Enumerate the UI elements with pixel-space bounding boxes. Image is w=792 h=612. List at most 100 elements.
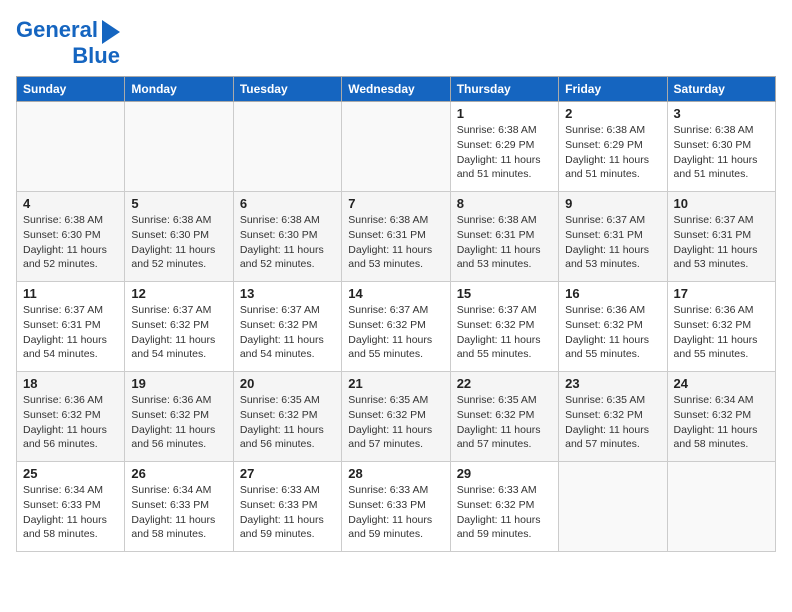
day-number: 4 [23, 196, 118, 211]
day-number: 3 [674, 106, 769, 121]
page-header: General Blue [16, 16, 776, 68]
calendar-cell: 2 Sunrise: 6:38 AM Sunset: 6:29 PM Daylig… [559, 102, 667, 192]
day-number: 6 [240, 196, 335, 211]
weekday-header: Thursday [450, 77, 558, 102]
day-info: Sunrise: 6:33 AM Sunset: 6:33 PM Dayligh… [348, 483, 443, 542]
weekday-header: Sunday [17, 77, 125, 102]
day-number: 21 [348, 376, 443, 391]
day-info: Sunrise: 6:38 AM Sunset: 6:31 PM Dayligh… [457, 213, 552, 272]
day-info: Sunrise: 6:34 AM Sunset: 6:32 PM Dayligh… [674, 393, 769, 452]
day-number: 18 [23, 376, 118, 391]
calendar-cell: 11 Sunrise: 6:37 AM Sunset: 6:31 PM Dayli… [17, 282, 125, 372]
day-info: Sunrise: 6:37 AM Sunset: 6:32 PM Dayligh… [240, 303, 335, 362]
calendar-cell: 13Sunrise: 6:37 AM Sunset: 6:32 PM Dayli… [233, 282, 341, 372]
day-info: Sunrise: 6:38 AM Sunset: 6:29 PM Dayligh… [457, 123, 552, 182]
logo-text2: Blue [72, 44, 120, 68]
day-info: Sunrise: 6:36 AM Sunset: 6:32 PM Dayligh… [674, 303, 769, 362]
day-number: 8 [457, 196, 552, 211]
calendar-cell [233, 102, 341, 192]
logo-text: General [16, 18, 98, 42]
day-number: 19 [131, 376, 226, 391]
weekday-header: Saturday [667, 77, 775, 102]
calendar-cell: 5Sunrise: 6:38 AM Sunset: 6:30 PM Daylig… [125, 192, 233, 282]
day-number: 15 [457, 286, 552, 301]
day-info: Sunrise: 6:38 AM Sunset: 6:30 PM Dayligh… [240, 213, 335, 272]
calendar-cell: 12Sunrise: 6:37 AM Sunset: 6:32 PM Dayli… [125, 282, 233, 372]
logo-arrow-icon [102, 20, 120, 44]
calendar-cell: 3 Sunrise: 6:38 AM Sunset: 6:30 PM Daylig… [667, 102, 775, 192]
calendar-cell: 9 Sunrise: 6:37 AM Sunset: 6:31 PM Daylig… [559, 192, 667, 282]
calendar-cell [667, 462, 775, 552]
day-info: Sunrise: 6:36 AM Sunset: 6:32 PM Dayligh… [565, 303, 660, 362]
weekday-header: Friday [559, 77, 667, 102]
day-info: Sunrise: 6:33 AM Sunset: 6:32 PM Dayligh… [457, 483, 552, 542]
day-info: Sunrise: 6:34 AM Sunset: 6:33 PM Dayligh… [23, 483, 118, 542]
day-number: 23 [565, 376, 660, 391]
day-info: Sunrise: 6:38 AM Sunset: 6:29 PM Dayligh… [565, 123, 660, 182]
calendar-cell: 16 Sunrise: 6:36 AM Sunset: 6:32 PM Dayli… [559, 282, 667, 372]
day-number: 2 [565, 106, 660, 121]
day-number: 9 [565, 196, 660, 211]
day-info: Sunrise: 6:35 AM Sunset: 6:32 PM Dayligh… [240, 393, 335, 452]
day-number: 1 [457, 106, 552, 121]
calendar-cell [559, 462, 667, 552]
day-info: Sunrise: 6:37 AM Sunset: 6:31 PM Dayligh… [565, 213, 660, 272]
day-info: Sunrise: 6:33 AM Sunset: 6:33 PM Dayligh… [240, 483, 335, 542]
calendar-cell: 20 Sunrise: 6:35 AM Sunset: 6:32 PM Dayli… [233, 372, 341, 462]
weekday-header: Monday [125, 77, 233, 102]
day-info: Sunrise: 6:35 AM Sunset: 6:32 PM Dayligh… [348, 393, 443, 452]
day-info: Sunrise: 6:38 AM Sunset: 6:30 PM Dayligh… [131, 213, 226, 272]
calendar-cell: 14Sunrise: 6:37 AM Sunset: 6:32 PM Dayli… [342, 282, 450, 372]
day-number: 22 [457, 376, 552, 391]
day-info: Sunrise: 6:36 AM Sunset: 6:32 PM Dayligh… [23, 393, 118, 452]
calendar-table: SundayMondayTuesdayWednesdayThursdayFrid… [16, 76, 776, 552]
day-number: 16 [565, 286, 660, 301]
day-info: Sunrise: 6:37 AM Sunset: 6:31 PM Dayligh… [23, 303, 118, 362]
calendar-cell: 26 Sunrise: 6:34 AM Sunset: 6:33 PM Dayli… [125, 462, 233, 552]
calendar-cell: 21 Sunrise: 6:35 AM Sunset: 6:32 PM Dayli… [342, 372, 450, 462]
day-info: Sunrise: 6:38 AM Sunset: 6:31 PM Dayligh… [348, 213, 443, 272]
day-number: 20 [240, 376, 335, 391]
calendar-cell: 18 Sunrise: 6:36 AM Sunset: 6:32 PM Dayli… [17, 372, 125, 462]
day-info: Sunrise: 6:35 AM Sunset: 6:32 PM Dayligh… [565, 393, 660, 452]
day-info: Sunrise: 6:36 AM Sunset: 6:32 PM Dayligh… [131, 393, 226, 452]
calendar-cell: 17 Sunrise: 6:36 AM Sunset: 6:32 PM Dayli… [667, 282, 775, 372]
day-info: Sunrise: 6:37 AM Sunset: 6:32 PM Dayligh… [457, 303, 552, 362]
day-number: 27 [240, 466, 335, 481]
weekday-header: Wednesday [342, 77, 450, 102]
day-number: 12 [131, 286, 226, 301]
day-info: Sunrise: 6:38 AM Sunset: 6:30 PM Dayligh… [674, 123, 769, 182]
calendar-cell: 25 Sunrise: 6:34 AM Sunset: 6:33 PM Dayli… [17, 462, 125, 552]
day-number: 29 [457, 466, 552, 481]
calendar-cell [125, 102, 233, 192]
day-number: 25 [23, 466, 118, 481]
calendar-cell [342, 102, 450, 192]
weekday-header: Tuesday [233, 77, 341, 102]
day-number: 17 [674, 286, 769, 301]
logo: General Blue [16, 16, 120, 68]
calendar-cell: 24 Sunrise: 6:34 AM Sunset: 6:32 PM Dayli… [667, 372, 775, 462]
day-number: 28 [348, 466, 443, 481]
calendar-cell: 27 Sunrise: 6:33 AM Sunset: 6:33 PM Dayli… [233, 462, 341, 552]
calendar-cell [17, 102, 125, 192]
day-number: 24 [674, 376, 769, 391]
day-number: 11 [23, 286, 118, 301]
calendar-cell: 28 Sunrise: 6:33 AM Sunset: 6:33 PM Dayli… [342, 462, 450, 552]
calendar-cell: 15 Sunrise: 6:37 AM Sunset: 6:32 PM Dayli… [450, 282, 558, 372]
calendar-cell: 7 Sunrise: 6:38 AM Sunset: 6:31 PM Daylig… [342, 192, 450, 282]
day-info: Sunrise: 6:34 AM Sunset: 6:33 PM Dayligh… [131, 483, 226, 542]
day-info: Sunrise: 6:37 AM Sunset: 6:31 PM Dayligh… [674, 213, 769, 272]
calendar-cell: 22 Sunrise: 6:35 AM Sunset: 6:32 PM Dayli… [450, 372, 558, 462]
day-number: 26 [131, 466, 226, 481]
day-info: Sunrise: 6:38 AM Sunset: 6:30 PM Dayligh… [23, 213, 118, 272]
day-number: 14 [348, 286, 443, 301]
calendar-cell: 1 Sunrise: 6:38 AM Sunset: 6:29 PM Daylig… [450, 102, 558, 192]
calendar-cell: 23 Sunrise: 6:35 AM Sunset: 6:32 PM Dayli… [559, 372, 667, 462]
day-info: Sunrise: 6:35 AM Sunset: 6:32 PM Dayligh… [457, 393, 552, 452]
day-number: 7 [348, 196, 443, 211]
calendar-cell: 29 Sunrise: 6:33 AM Sunset: 6:32 PM Dayli… [450, 462, 558, 552]
calendar-cell: 19 Sunrise: 6:36 AM Sunset: 6:32 PM Dayli… [125, 372, 233, 462]
calendar-cell: 4 Sunrise: 6:38 AM Sunset: 6:30 PM Daylig… [17, 192, 125, 282]
calendar-cell: 6 Sunrise: 6:38 AM Sunset: 6:30 PM Daylig… [233, 192, 341, 282]
calendar-cell: 10Sunrise: 6:37 AM Sunset: 6:31 PM Dayli… [667, 192, 775, 282]
